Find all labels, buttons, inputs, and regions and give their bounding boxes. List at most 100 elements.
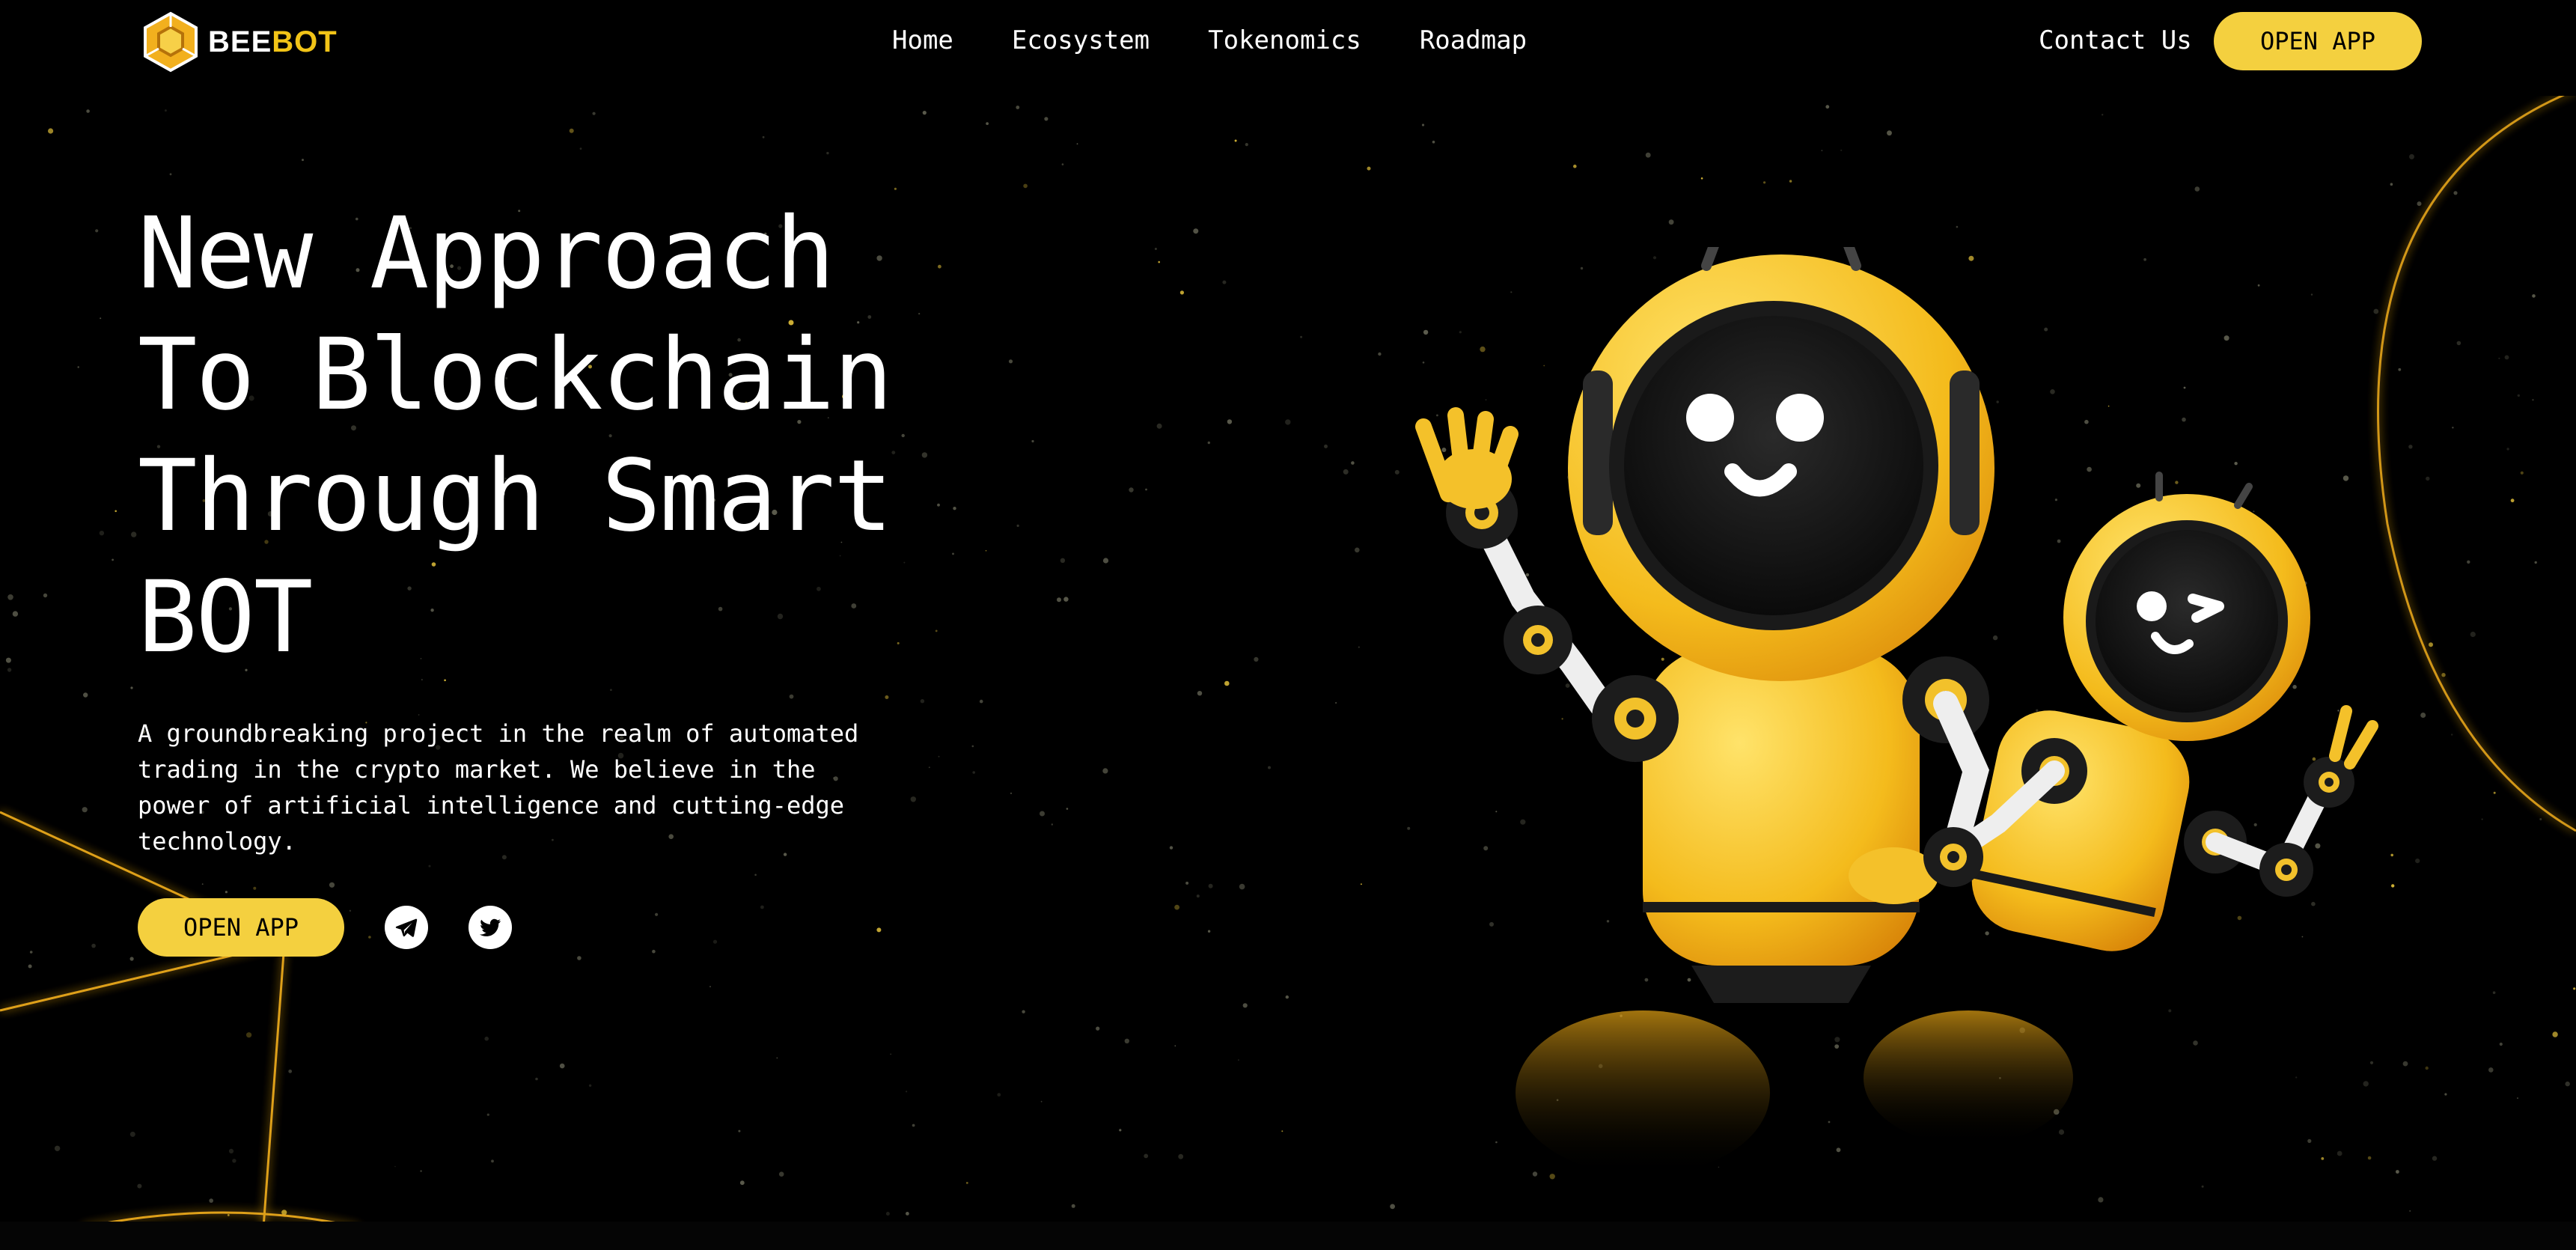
star-particle (5, 657, 11, 663)
star-particle (129, 957, 134, 961)
star-particle (920, 699, 925, 704)
star-particle (2444, 1093, 2447, 1096)
star-particle (2409, 153, 2414, 159)
star-particle (95, 229, 99, 233)
star-particle (421, 679, 423, 680)
star-particle (1234, 139, 1237, 142)
star-particle (1285, 419, 1291, 425)
open-app-button-header[interactable]: OPEN APP (2214, 12, 2422, 70)
brand-wordmark: BEEBOT (208, 25, 338, 58)
star-particle (2517, 394, 2520, 397)
star-particle (1169, 846, 1173, 850)
star-particle (1016, 106, 1020, 109)
star-particle (99, 531, 105, 536)
star-particle (1268, 766, 1271, 769)
star-particle (2539, 818, 2542, 820)
star-particle (131, 531, 137, 537)
star-particle (1119, 1129, 1122, 1132)
honeycomb-logo-icon (144, 11, 198, 73)
star-particle (890, 1053, 892, 1055)
star-particle (709, 986, 711, 987)
brand-logo[interactable]: BEEBOT (139, 10, 338, 73)
star-particle (1185, 881, 1189, 885)
star-particle (2492, 991, 2496, 994)
star-particle (7, 594, 13, 600)
nav-item-roadmap[interactable]: Roadmap (1420, 25, 1527, 55)
telegram-link[interactable] (385, 906, 428, 949)
star-particle (1700, 177, 1703, 180)
star-particle (588, 1084, 592, 1088)
star-particle (2532, 399, 2534, 401)
star-particle (2504, 355, 2509, 360)
hero-title: New Approach To Blockchain Through Smart… (138, 193, 1111, 678)
twitter-icon (479, 918, 501, 936)
star-particle (2470, 631, 2476, 638)
nav-item-tokenomics[interactable]: Tokenomics (1208, 25, 1361, 55)
star-particle (1071, 1204, 1075, 1208)
star-particle (302, 159, 304, 162)
star-particle (1239, 883, 1245, 890)
star-particle (754, 874, 757, 876)
star-particle (7, 668, 12, 672)
star-particle (43, 593, 48, 598)
star-particle (738, 1129, 741, 1132)
star-particle (12, 611, 19, 617)
star-particle (2425, 1066, 2429, 1070)
star-particle (1378, 352, 1382, 356)
site-header: BEEBOT Home Ecosystem Tokenomics Roadmap… (0, 0, 2576, 96)
star-particle (2453, 191, 2458, 195)
star-particle (2520, 471, 2524, 475)
star-particle (1668, 219, 1674, 225)
star-particle (2488, 1067, 2494, 1073)
star-particle (253, 886, 257, 890)
star-particle (100, 317, 102, 320)
robots-illustration (1415, 247, 2378, 1175)
star-particle (1208, 883, 1213, 888)
star-particle (1285, 995, 1289, 999)
main-nav: Home Ecosystem Tokenomics Roadmap (892, 25, 1527, 55)
star-particle (1335, 701, 1337, 704)
contact-us-link[interactable]: Contact Us (2039, 25, 2192, 55)
star-particle (972, 771, 975, 774)
star-particle (986, 122, 989, 126)
star-particle (1061, 163, 1064, 165)
hero-title-line: BOT (138, 560, 313, 675)
star-particle (1023, 183, 1028, 189)
star-particle (1281, 1130, 1284, 1132)
telegram-icon (395, 918, 418, 937)
star-particle (2552, 1031, 2558, 1037)
star-particle (1367, 166, 1371, 171)
star-particle (2409, 1210, 2411, 1212)
star-particle (2432, 1156, 2438, 1161)
star-particle (227, 1214, 230, 1216)
bottom-band (0, 1222, 2576, 1250)
star-particle (2565, 1081, 2570, 1087)
star-particle (420, 1170, 422, 1172)
star-particle (938, 755, 940, 757)
star-particle (1351, 461, 1355, 465)
open-app-button-hero[interactable]: OPEN APP (138, 898, 344, 957)
star-particle (137, 1183, 142, 1189)
star-particle (329, 882, 335, 888)
star-particle (1022, 1010, 1025, 1013)
star-particle (1051, 823, 1054, 826)
star-particle (979, 699, 983, 704)
nav-item-home[interactable]: Home (892, 25, 953, 55)
star-particle (1174, 904, 1179, 910)
star-particle (1956, 225, 1959, 228)
star-particle (1066, 808, 1069, 810)
star-particle (1144, 1153, 1149, 1159)
star-particle (1158, 260, 1160, 263)
nav-item-ecosystem[interactable]: Ecosystem (1012, 25, 1150, 55)
star-particle (1245, 143, 1248, 147)
star-particle (1040, 811, 1045, 817)
twitter-link[interactable] (468, 906, 512, 949)
star-particle (762, 135, 765, 138)
star-particle (910, 796, 917, 802)
star-particle (2498, 357, 2500, 359)
star-particle (997, 1093, 1001, 1097)
star-particle (225, 891, 228, 894)
star-particle (394, 1165, 396, 1168)
star-particle (2534, 561, 2537, 564)
star-particle (655, 912, 659, 916)
